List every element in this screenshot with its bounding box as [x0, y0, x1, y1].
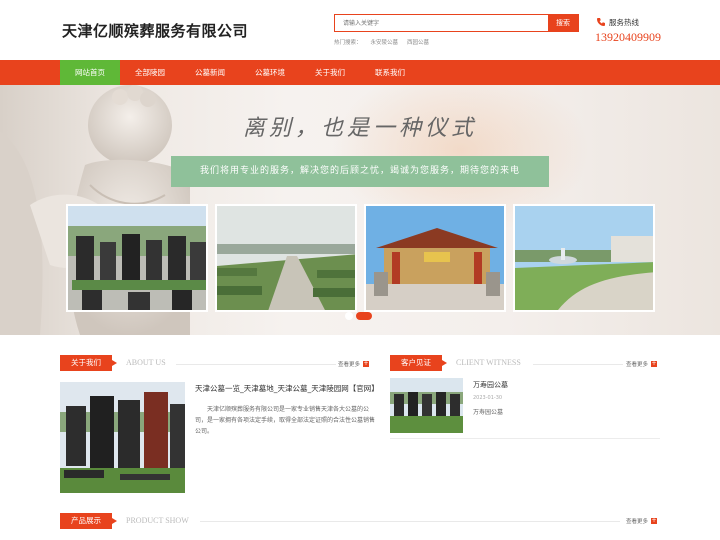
hot-link-yonganling[interactable]: 永安陵公墓	[371, 38, 399, 46]
products-section-title-en: PRODUCT SHOW	[126, 516, 189, 525]
about-more-link[interactable]: 查看更多 +	[338, 360, 370, 368]
banner-photo-tombstones	[66, 204, 208, 312]
banner-photo-fountain	[513, 204, 655, 312]
nav-item-cemeteries[interactable]: 全部陵园	[120, 60, 180, 85]
search-button[interactable]: 搜索	[548, 15, 578, 31]
hero-banner[interactable]: 离别，也是一种仪式 我们将用专业的服务，解决您的后顾之忧，竭诚为您服务，期待您的…	[0, 85, 720, 335]
banner-subtitle: 我们将用专业的服务，解决您的后顾之忧，竭诚为您服务，期待您的来电	[199, 166, 520, 176]
cases-section-title: 客户见证	[390, 355, 447, 371]
search-box: 搜索	[334, 14, 579, 32]
case-image[interactable]	[390, 378, 463, 433]
hot-search-label: 热门搜索：	[334, 40, 362, 46]
cases-more-link[interactable]: 查看更多 +	[626, 360, 658, 368]
nav-item-about[interactable]: 关于我们	[300, 60, 360, 85]
hotline-label: 服务热线	[609, 18, 639, 27]
about-description: 天津亿顺殡葬服务有限公司是一家专业销售天津各大公墓的公司，是一家拥有各项法定手续…	[195, 406, 376, 435]
products-divider	[200, 521, 620, 522]
about-section-title: 关于我们	[60, 355, 117, 371]
nav-item-contact[interactable]: 联系我们	[360, 60, 420, 85]
slider-dot-1[interactable]	[345, 312, 353, 320]
plus-icon: +	[651, 517, 658, 524]
about-section-title-en: ABOUT US	[126, 358, 166, 367]
hotline-number: 13920409909	[595, 30, 661, 44]
hot-link-xiyuan[interactable]: 西园公墓	[407, 38, 429, 46]
phone-icon	[597, 18, 605, 26]
products-more-link[interactable]: 查看更多 +	[626, 517, 658, 525]
banner-photo-lawn	[215, 204, 357, 312]
about-image[interactable]	[60, 382, 185, 493]
cases-more-label: 查看更多	[626, 362, 649, 368]
main-nav: 网站首页 全部陵园 公墓新闻 公墓环境 关于我们 联系我们	[0, 60, 720, 85]
about-divider	[176, 364, 336, 365]
products-more-label: 查看更多	[626, 519, 649, 525]
cases-divider	[533, 364, 623, 365]
case-separator	[390, 438, 660, 439]
products-section-title: 产品展示	[60, 513, 117, 529]
case-date: 2023-01-30	[473, 395, 503, 401]
about-more-label: 查看更多	[338, 362, 361, 368]
nav-item-home[interactable]: 网站首页	[60, 60, 120, 85]
nav-item-environment[interactable]: 公墓环境	[240, 60, 300, 85]
site-header: 天津亿顺殡葬服务有限公司 搜索 热门搜索： 永安陵公墓 西园公墓 服务热线 13…	[0, 0, 720, 60]
hot-search: 热门搜索： 永安陵公墓 西园公墓	[334, 38, 429, 46]
case-name[interactable]: 万寿园公墓	[473, 380, 508, 390]
site-logo[interactable]: 天津亿顺殡葬服务有限公司	[62, 20, 248, 41]
plus-icon: +	[651, 360, 658, 367]
cases-section-title-en: CLIENT WITNESS	[456, 358, 521, 367]
nav-item-news[interactable]: 公墓新闻	[180, 60, 240, 85]
plus-icon: +	[363, 360, 370, 367]
case-description: 万寿园公墓	[473, 409, 504, 416]
search-input[interactable]	[335, 15, 549, 31]
banner-photo-pavilion	[364, 204, 506, 312]
slider-dot-2-active[interactable]	[356, 312, 372, 320]
banner-slogan: 离别，也是一种仪式	[242, 116, 477, 141]
about-headline[interactable]: 天津公墓一览_天津墓地_天津公墓_天津陵园网【官网】	[195, 383, 379, 394]
